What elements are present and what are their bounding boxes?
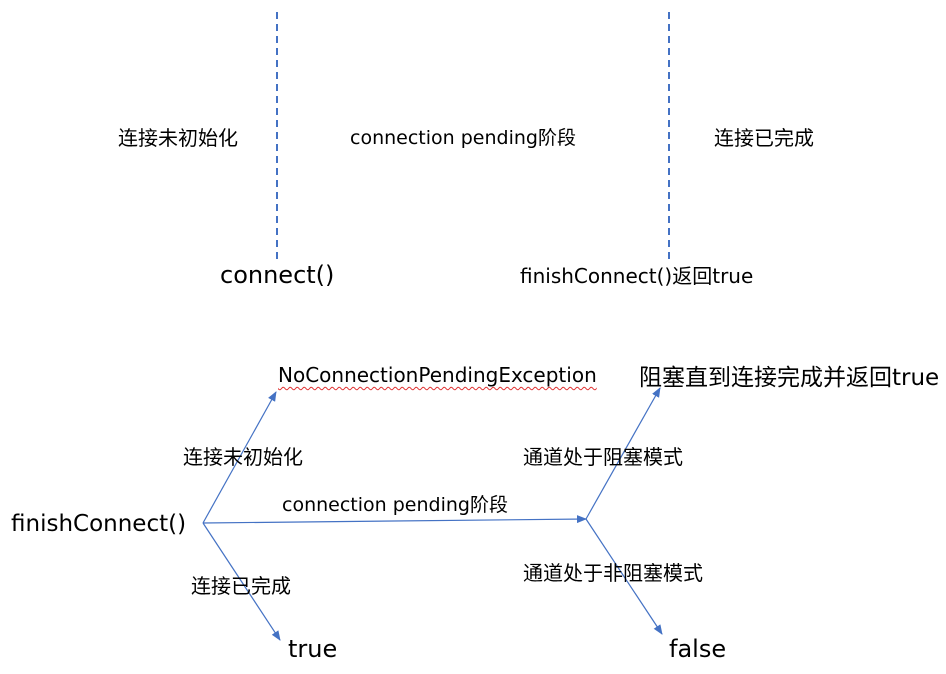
arrow-to-pending (202, 515, 587, 524)
false-result-label: false (669, 635, 727, 663)
exception-result-label: NoConnectionPendingException (278, 363, 597, 387)
branch-completed-label: 连接已完成 (191, 574, 291, 598)
blocking-result-label: 阻塞直到连接完成并返回true (639, 365, 940, 391)
blocking-mode-label: 通道处于阻塞模式 (523, 445, 683, 469)
state-uninitialized-label: 连接未初始化 (118, 126, 238, 150)
state-pending-label: connection pending阶段 (350, 127, 576, 149)
state-completed-label: 连接已完成 (714, 126, 814, 150)
true-result-label: true (288, 635, 338, 663)
nonblocking-mode-label: 通道处于非阻塞模式 (523, 561, 703, 585)
connect-call-label: connect() (220, 261, 335, 289)
connector-layer (202, 12, 670, 641)
finish-connect-start-label: finishConnect() (11, 511, 187, 537)
diagram-canvas: 连接未初始化 connection pending阶段 连接已完成 connec… (0, 0, 946, 674)
branch-uninitialized-label: 连接未初始化 (183, 445, 303, 469)
branch-pending-label: connection pending阶段 (282, 494, 508, 516)
finish-connect-returns-true-label: finishConnect()返回true (520, 264, 754, 288)
